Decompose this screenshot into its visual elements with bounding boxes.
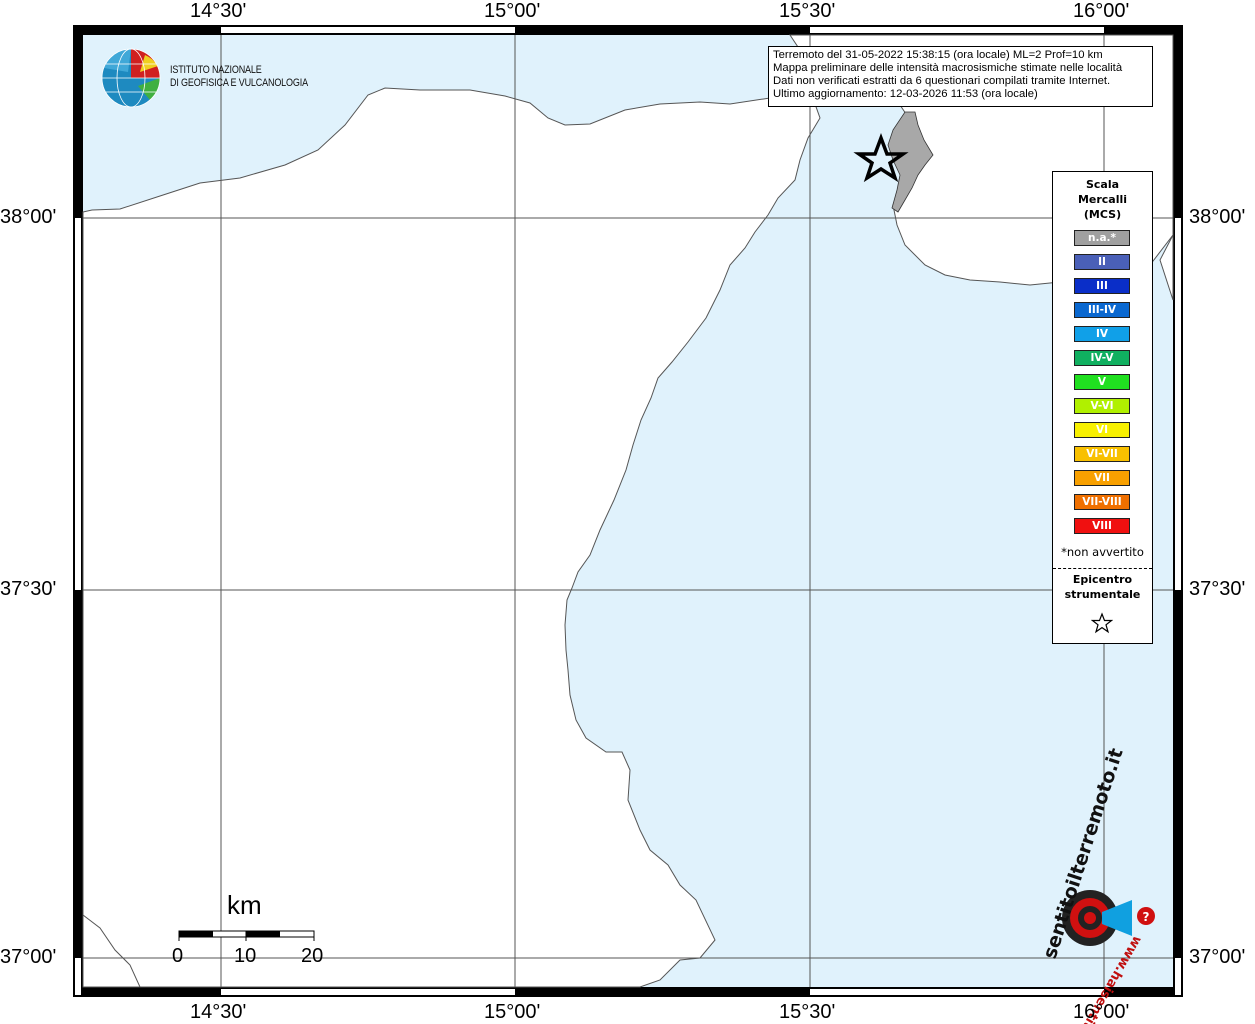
legend-epicenter-line-2: strumentale: [1064, 588, 1141, 601]
logo-line-1: ISTITUTO NAZIONALE: [170, 64, 262, 76]
legend-item: IV: [1074, 326, 1130, 342]
legend-title-line-1: Scala: [1085, 178, 1120, 191]
scale-tick-20: 20: [301, 945, 324, 967]
logo-line-2: DI GEOFISICA E VULCANOLOGIA: [170, 77, 308, 89]
lon-label-bottom-4: 16°00': [1073, 1001, 1130, 1023]
legend-title: Scala Mercalli (MCS): [1053, 177, 1152, 222]
legend-item: VII: [1074, 470, 1130, 486]
scale-tick-10: 10: [234, 945, 257, 967]
legend-note: *non avvertito: [1061, 545, 1144, 559]
scale-tick-0: 0: [172, 945, 184, 967]
legend-title-line-2: Mercalli: [1077, 193, 1128, 206]
legend-item: VII-VIII: [1074, 494, 1130, 510]
mcs-legend: Scala Mercalli (MCS) n.a.* II III III-IV IV I…: [1052, 171, 1153, 644]
ingv-logo-text: ISTITUTO NAZIONALE DI GEOFISICA E VULCAN…: [170, 64, 308, 90]
legend-epicenter-line-1: Epicentro: [1072, 573, 1133, 586]
info-line-3: Dati non verificati estratti da 6 questi…: [773, 75, 1111, 87]
lat-label-left-3: 37°00': [0, 946, 57, 968]
legend-epicenter-label: Epicentro strumentale: [1053, 572, 1152, 602]
info-line-4: Ultimo aggiornamento: 12-03-2026 11:53 (…: [773, 88, 1038, 100]
lon-label-top-4: 16°00': [1073, 0, 1130, 22]
scale-unit: km: [227, 890, 262, 920]
lon-label-top-2: 15°00': [484, 0, 541, 22]
svg-text:?: ?: [1143, 910, 1150, 924]
lat-label-right-3: 37°00': [1189, 946, 1246, 968]
legend-item: n.a.*: [1074, 230, 1130, 246]
legend-item: VIII: [1074, 518, 1130, 534]
event-info-box: Terremoto del 31-05-2022 15:38:15 (ora l…: [768, 46, 1153, 107]
legend-item: III-IV: [1074, 302, 1130, 318]
ingv-globe-icon: [101, 48, 161, 108]
lat-label-right-1: 38°00': [1189, 206, 1246, 228]
legend-item: VI: [1074, 422, 1130, 438]
info-line-1: Terremoto del 31-05-2022 15:38:15 (ora l…: [773, 49, 1103, 61]
legend-item: VI-VII: [1074, 446, 1130, 462]
legend-star-icon: [1091, 612, 1113, 634]
lon-label-bottom-3: 15°30': [779, 1001, 836, 1023]
legend-item: IV-V: [1074, 350, 1130, 366]
legend-item: V-VI: [1074, 398, 1130, 414]
lat-label-left-2: 37°30': [0, 578, 57, 600]
lon-label-bottom-2: 15°00': [484, 1001, 541, 1023]
lat-label-right-2: 37°30': [1189, 578, 1246, 600]
lat-label-left-1: 38°00': [0, 206, 57, 228]
legend-title-line-3: (MCS): [1083, 208, 1122, 221]
lon-label-bottom-1: 14°30': [190, 1001, 247, 1023]
lon-label-top-3: 15°30': [779, 0, 836, 22]
info-line-2: Mappa preliminare delle intensità macros…: [773, 62, 1123, 74]
legend-item: V: [1074, 374, 1130, 390]
legend-separator: [1053, 568, 1152, 569]
legend-item: III: [1074, 278, 1130, 294]
lon-label-top-1: 14°30': [190, 0, 247, 22]
legend-item: II: [1074, 254, 1130, 270]
